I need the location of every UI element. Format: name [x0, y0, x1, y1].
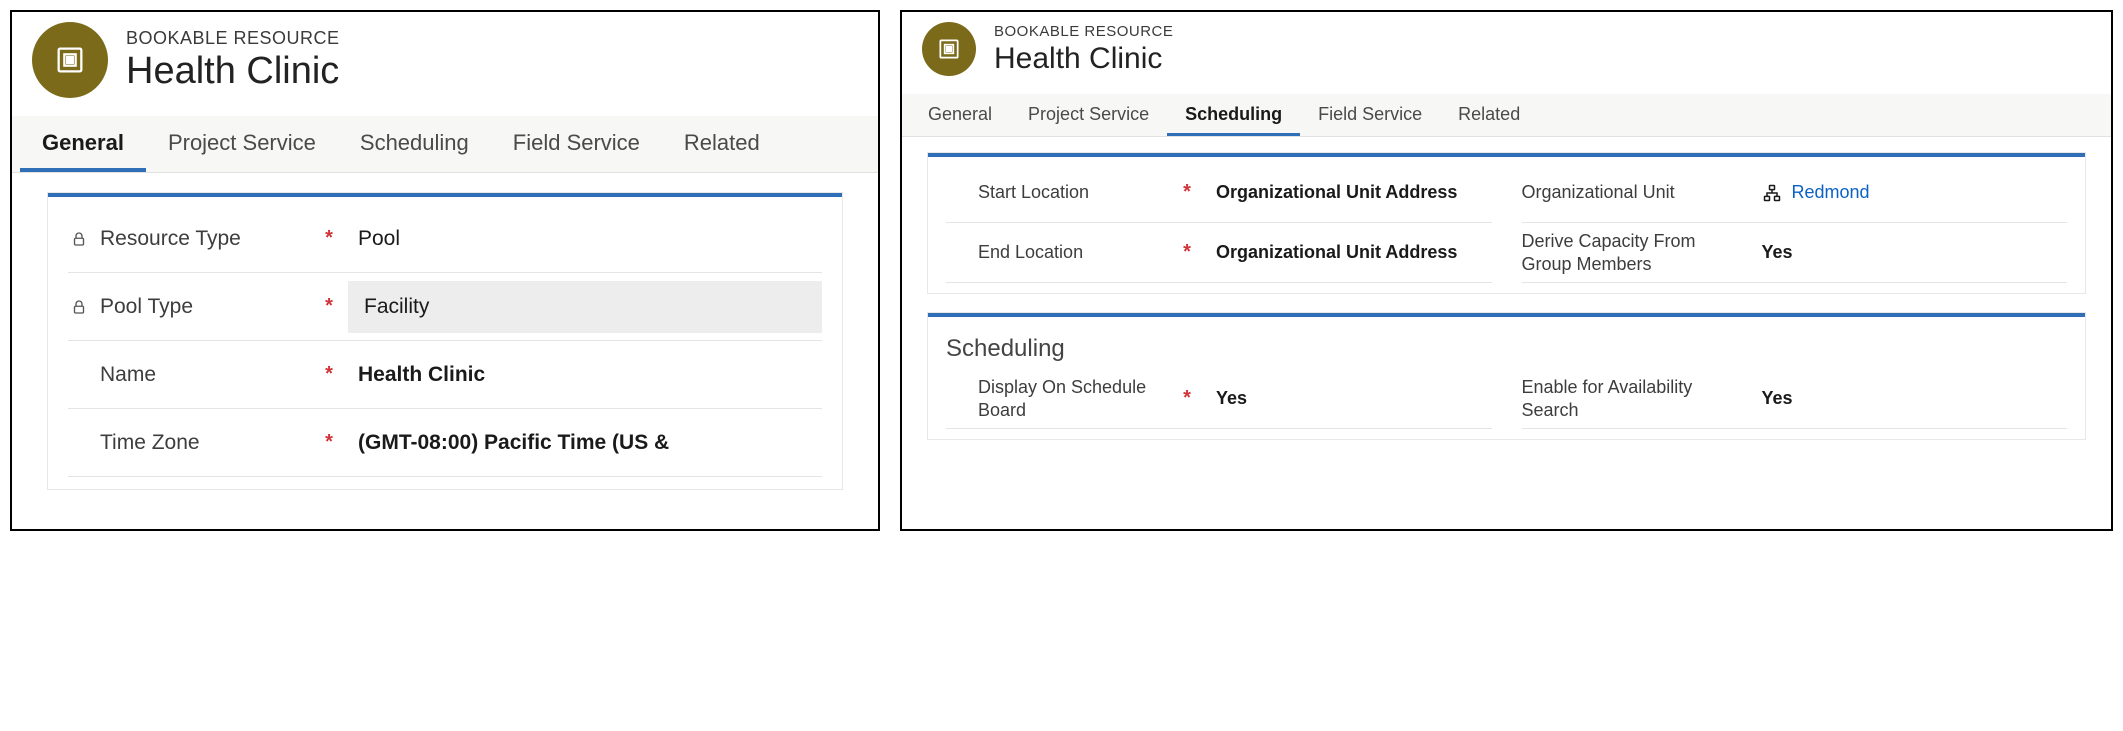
- field-value-derive-capacity[interactable]: Yes: [1752, 236, 2068, 269]
- entity-type-label: BOOKABLE RESOURCE: [126, 28, 340, 49]
- entity-avatar: [922, 22, 976, 76]
- tab-project-service[interactable]: Project Service: [1010, 94, 1167, 136]
- record-title: Health Clinic: [126, 51, 340, 93]
- record-header: BOOKABLE RESOURCE Health Clinic: [902, 12, 2111, 94]
- tab-general[interactable]: General: [20, 116, 146, 172]
- tab-related[interactable]: Related: [1440, 94, 1538, 136]
- field-label: Resource Type: [100, 227, 310, 251]
- hierarchy-icon: [1762, 183, 1782, 203]
- tab-scheduling[interactable]: Scheduling: [1167, 94, 1300, 136]
- field-value-pool-type[interactable]: Facility: [348, 281, 822, 333]
- section-location: Start Location * Organizational Unit Add…: [928, 153, 2085, 293]
- field-value-start-location[interactable]: Organizational Unit Address: [1206, 176, 1492, 209]
- tab-project-service[interactable]: Project Service: [146, 116, 338, 172]
- field-organizational-unit: Organizational Unit Redmond: [1522, 163, 2068, 223]
- entity-icon: [936, 36, 962, 62]
- required-indicator: *: [1178, 181, 1196, 204]
- tab-field-service[interactable]: Field Service: [1300, 94, 1440, 136]
- field-label: Time Zone: [100, 431, 310, 455]
- field-value-display-on-board[interactable]: Yes: [1206, 382, 1492, 415]
- panel-scheduling: BOOKABLE RESOURCE Health Clinic General …: [900, 10, 2113, 531]
- field-label: Start Location: [978, 181, 1168, 204]
- field-value-enable-availability[interactable]: Yes: [1752, 382, 2068, 415]
- record-header: BOOKABLE RESOURCE Health Clinic: [12, 12, 878, 116]
- required-indicator: *: [320, 363, 338, 386]
- entity-icon: [53, 43, 87, 77]
- field-label: Pool Type: [100, 295, 310, 319]
- form-body-scheduling: Start Location * Organizational Unit Add…: [902, 137, 2111, 529]
- tab-strip: General Project Service Scheduling Field…: [902, 94, 2111, 137]
- field-derive-capacity: Derive Capacity From Group Members Yes: [1522, 223, 2068, 283]
- header-text: BOOKABLE RESOURCE Health Clinic: [126, 28, 340, 93]
- lock-icon: [68, 298, 90, 316]
- section-title: Scheduling: [946, 323, 2067, 369]
- entity-avatar: [32, 22, 108, 98]
- field-label: Organizational Unit: [1522, 181, 1742, 204]
- field-pool-type: Pool Type * Facility: [68, 273, 822, 341]
- field-value-org-unit[interactable]: Redmond: [1752, 176, 2068, 209]
- tab-related[interactable]: Related: [662, 116, 782, 172]
- org-unit-link-text: Redmond: [1792, 182, 1870, 203]
- panel-general: BOOKABLE RESOURCE Health Clinic General …: [10, 10, 880, 531]
- field-value-name[interactable]: Health Clinic: [348, 357, 822, 393]
- section-general: Resource Type * Pool Pool Type * Facilit…: [48, 193, 842, 489]
- field-start-location: Start Location * Organizational Unit Add…: [946, 163, 1492, 223]
- required-indicator: *: [320, 295, 338, 318]
- record-title: Health Clinic: [994, 42, 1173, 75]
- section-scheduling: Scheduling Display On Schedule Board * Y…: [928, 313, 2085, 439]
- field-time-zone: Time Zone * (GMT-08:00) Pacific Time (US…: [68, 409, 822, 477]
- field-value-time-zone[interactable]: (GMT-08:00) Pacific Time (US &: [348, 425, 822, 461]
- field-resource-type: Resource Type * Pool: [68, 205, 822, 273]
- field-label: Display On Schedule Board: [978, 376, 1168, 421]
- lock-icon: [68, 230, 90, 248]
- field-enable-availability-search: Enable for Availability Search Yes: [1522, 369, 2068, 429]
- field-value-resource-type[interactable]: Pool: [348, 221, 822, 257]
- field-display-on-schedule-board: Display On Schedule Board * Yes: [946, 369, 1492, 429]
- field-label: End Location: [978, 241, 1168, 264]
- field-value-end-location[interactable]: Organizational Unit Address: [1206, 236, 1492, 269]
- field-label: Derive Capacity From Group Members: [1522, 230, 1742, 275]
- required-indicator: *: [320, 227, 338, 250]
- required-indicator: *: [1178, 241, 1196, 264]
- field-name: Name * Health Clinic: [68, 341, 822, 409]
- required-indicator: *: [320, 431, 338, 454]
- required-indicator: *: [1178, 387, 1196, 410]
- field-label: Name: [100, 363, 310, 387]
- tab-scheduling[interactable]: Scheduling: [338, 116, 491, 172]
- field-end-location: End Location * Organizational Unit Addre…: [946, 223, 1492, 283]
- form-body-general: Resource Type * Pool Pool Type * Facilit…: [12, 173, 878, 529]
- field-label: Enable for Availability Search: [1522, 376, 1742, 421]
- tab-strip: General Project Service Scheduling Field…: [12, 116, 878, 173]
- header-text: BOOKABLE RESOURCE Health Clinic: [994, 23, 1173, 75]
- entity-type-label: BOOKABLE RESOURCE: [994, 23, 1173, 40]
- tab-field-service[interactable]: Field Service: [491, 116, 662, 172]
- tab-general[interactable]: General: [910, 94, 1010, 136]
